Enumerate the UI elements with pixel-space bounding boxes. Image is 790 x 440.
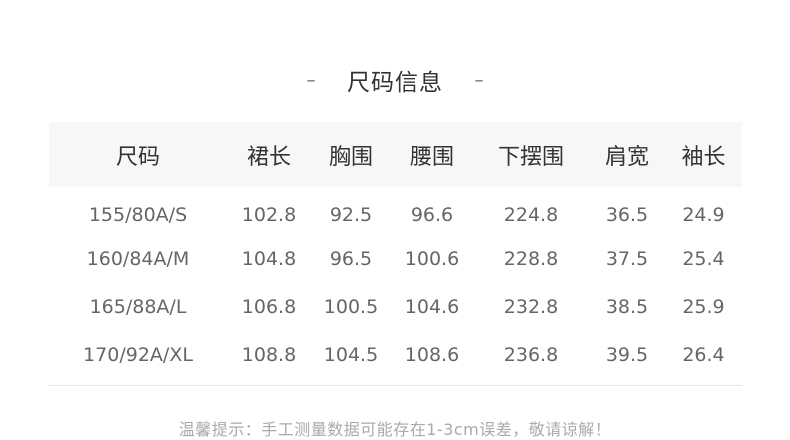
- header-hem: 下摆围: [497, 144, 564, 170]
- section-title: – 尺码信息 –: [0, 62, 790, 98]
- cell-bust: 104.5: [323, 344, 379, 366]
- table-row: 165/88A/L 106.8 100.5 104.6 232.8 38.5 2…: [49, 283, 742, 331]
- cell-hem: 236.8: [503, 344, 559, 366]
- header-size: 尺码: [115, 144, 160, 170]
- cell-skirt-length: 106.8: [241, 296, 297, 318]
- header-bust: 胸围: [328, 144, 373, 170]
- cell-size: 165/88A/L: [89, 296, 187, 318]
- cell-sleeve: 26.4: [682, 344, 725, 366]
- cell-shoulder: 36.5: [605, 203, 649, 226]
- title-right-dash: –: [474, 69, 484, 91]
- cell-waist: 104.6: [404, 296, 460, 318]
- table-bottom-divider: [49, 385, 742, 386]
- cell-bust: 96.5: [329, 248, 373, 270]
- cell-sleeve: 25.9: [682, 296, 725, 318]
- table-row: 155/80A/S 102.8 92.5 96.6 224.8 36.5 24.…: [49, 187, 742, 235]
- cell-waist: 96.6: [410, 203, 454, 226]
- header-sleeve: 袖长: [681, 144, 726, 170]
- cell-bust: 92.5: [329, 203, 373, 226]
- cell-hem: 232.8: [503, 296, 559, 318]
- cell-skirt-length: 104.8: [241, 248, 297, 270]
- cell-hem: 228.8: [503, 248, 559, 270]
- cell-waist: 108.6: [404, 344, 460, 366]
- size-table: 尺码 裙长 胸围 腰围 下摆围 肩宽 袖长 155/80A/S 102.8 92…: [49, 122, 742, 379]
- header-waist: 腰围: [409, 144, 454, 170]
- title-left-dash: –: [306, 69, 316, 91]
- header-skirt-length: 裙长: [246, 144, 291, 170]
- size-info-page: – 尺码信息 – 尺码 裙长 胸围 腰围 下摆围 肩宽 袖长 155/80A/S…: [0, 0, 790, 440]
- cell-skirt-length: 102.8: [241, 203, 297, 226]
- cell-sleeve: 25.4: [682, 248, 725, 270]
- cell-size: 160/84A/M: [86, 248, 190, 270]
- cell-waist: 100.6: [404, 248, 460, 270]
- cell-skirt-length: 108.8: [241, 344, 297, 366]
- cell-hem: 224.8: [503, 203, 559, 226]
- title-text: 尺码信息: [347, 70, 443, 96]
- cell-size: 155/80A/S: [88, 203, 188, 226]
- cell-shoulder: 37.5: [605, 248, 649, 270]
- cell-sleeve: 24.9: [682, 203, 725, 226]
- header-shoulder: 肩宽: [604, 144, 649, 170]
- cell-shoulder: 39.5: [605, 344, 649, 366]
- table-row: 160/84A/M 104.8 96.5 100.6 228.8 37.5 25…: [49, 235, 742, 283]
- cell-bust: 100.5: [323, 296, 379, 318]
- cell-shoulder: 38.5: [605, 296, 649, 318]
- table-row: 170/92A/XL 108.8 104.5 108.6 236.8 39.5 …: [49, 331, 742, 379]
- table-header-row: 尺码 裙长 胸围 腰围 下摆围 肩宽 袖长: [49, 122, 742, 187]
- measurement-footnote: 温馨提示：手工测量数据可能存在1-3cm误差，敬请谅解！: [178, 420, 612, 439]
- cell-size: 170/92A/XL: [83, 344, 193, 366]
